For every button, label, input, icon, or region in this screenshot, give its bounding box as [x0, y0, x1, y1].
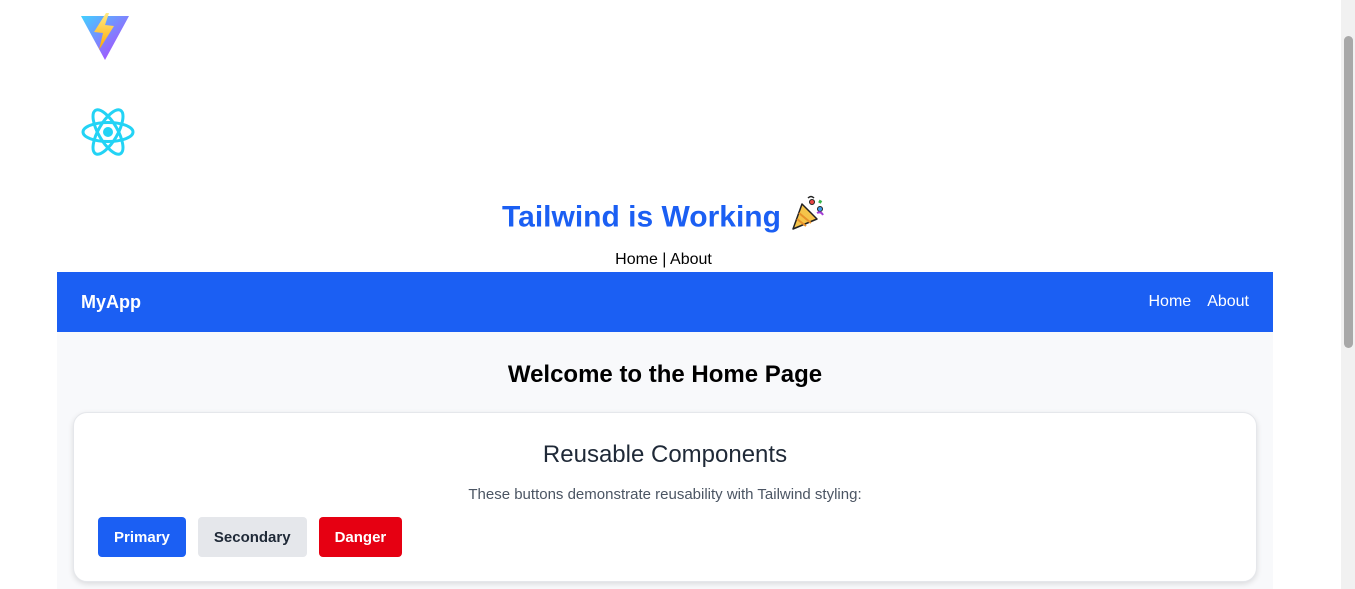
button-row: Primary Secondary Danger: [98, 517, 403, 557]
page-scrollbar[interactable]: [1341, 0, 1355, 589]
main-content: Welcome to the Home Page Reusable Compon…: [57, 332, 1273, 589]
top-nav-links: Home | About: [0, 250, 1327, 270]
navbar-brand[interactable]: MyApp: [81, 292, 141, 313]
page-title: Welcome to the Home Page: [507, 361, 823, 388]
top-link-separator: |: [657, 251, 671, 268]
vite-logo[interactable]: [80, 12, 130, 62]
hero-title-text: Tailwind is Working: [502, 200, 781, 234]
top-link-about[interactable]: About: [670, 251, 712, 268]
navbar-links: Home About: [1149, 293, 1250, 311]
navbar: MyApp Home About: [57, 272, 1273, 332]
card-title: Reusable Components: [542, 441, 788, 468]
danger-button[interactable]: Danger: [318, 517, 403, 557]
party-popper-icon: [789, 195, 825, 242]
hero-title: Tailwind is Working: [0, 195, 1327, 242]
components-card: Reusable Components These buttons demons…: [73, 412, 1257, 582]
card-description: These buttons demonstrate reusability wi…: [468, 486, 862, 503]
secondary-button[interactable]: Secondary: [197, 517, 307, 557]
scrollbar-thumb[interactable]: [1344, 36, 1353, 348]
top-link-home[interactable]: Home: [615, 251, 658, 268]
navbar-link-about[interactable]: About: [1207, 293, 1249, 311]
navbar-link-home[interactable]: Home: [1149, 293, 1192, 311]
primary-button[interactable]: Primary: [98, 517, 186, 557]
react-logo[interactable]: [80, 103, 136, 161]
